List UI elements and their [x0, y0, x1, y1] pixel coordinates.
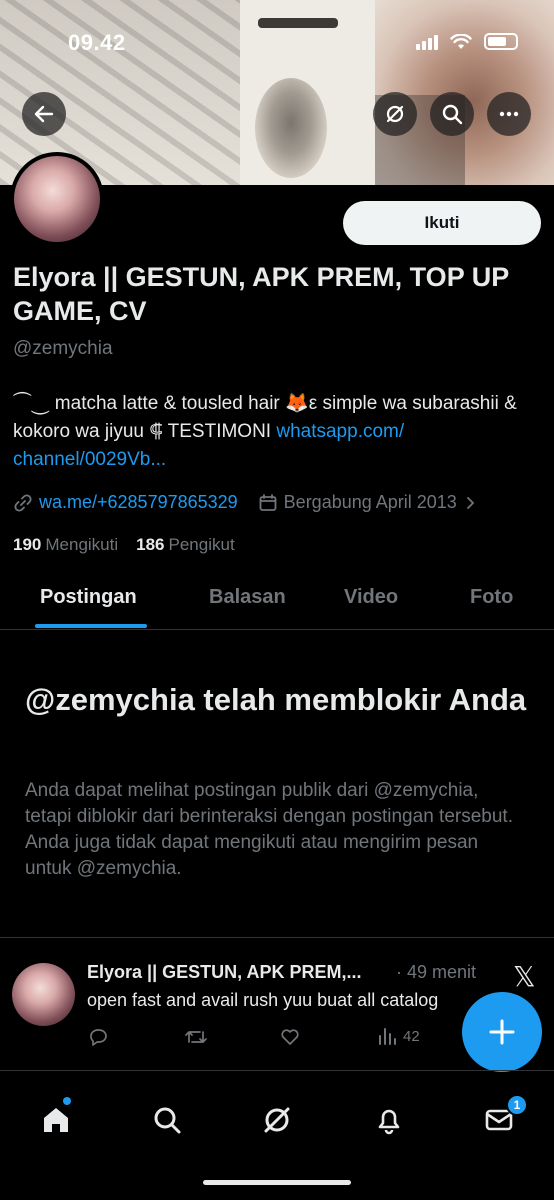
nav-home[interactable] [38, 1102, 74, 1138]
back-button[interactable] [22, 92, 66, 136]
grok-button[interactable] [373, 92, 417, 136]
repost-icon [185, 1031, 207, 1043]
back-arrow-icon [34, 105, 54, 123]
status-icons [416, 33, 518, 50]
wifi-icon [450, 33, 472, 49]
nav-search[interactable] [149, 1102, 185, 1138]
home-icon [44, 1108, 68, 1132]
tab-postingan[interactable]: Postingan [40, 586, 137, 609]
home-unread-dot [63, 1097, 71, 1105]
signal-icon [416, 34, 438, 50]
more-icon [499, 111, 519, 117]
x-logo-icon: 𝕏 [513, 960, 536, 993]
compose-button[interactable] [462, 992, 542, 1072]
nav-grok[interactable] [259, 1102, 295, 1138]
display-name: Elyora || GESTUN, APK PREM, TOP UP GAME,… [13, 262, 509, 326]
joined-date: Bergabung April 2013 [283, 492, 457, 512]
repost-button[interactable] [184, 1026, 208, 1048]
followers-link[interactable]: 186 Pengikut [136, 535, 235, 555]
following-link[interactable]: 190 Mengikuti [13, 535, 118, 555]
follow-counts: 190 Mengikuti 186 Pengikut [13, 535, 235, 555]
tab-video[interactable]: Video [344, 586, 398, 609]
profile-handle: @zemychia [13, 338, 113, 359]
views-button[interactable]: 42 [377, 1026, 420, 1046]
followers-count: 186 [136, 535, 165, 554]
tab-balasan[interactable]: Balasan [209, 586, 286, 609]
profile-tabs: Postingan Balasan Video Foto [0, 570, 554, 630]
reply-button[interactable] [87, 1026, 109, 1048]
following-label: Mengikuti [45, 535, 119, 554]
reply-icon [90, 1029, 107, 1046]
post-actions: 42 [87, 1026, 447, 1052]
status-time: 09.42 [68, 30, 126, 55]
search-icon [442, 104, 463, 125]
views-icon [379, 1028, 396, 1045]
grok-icon [386, 105, 404, 123]
notifications-icon [378, 1109, 400, 1135]
more-button[interactable] [487, 92, 531, 136]
bio-text: ⏜⏝ matcha latte & tousled hair 🦊ε simple… [13, 393, 517, 442]
compose-plus-icon [489, 1019, 515, 1045]
search-icon [154, 1107, 181, 1134]
like-button[interactable] [279, 1026, 301, 1048]
link-icon [14, 493, 32, 512]
messages-badge: 1 [506, 1094, 528, 1116]
followers-label: Pengikut [168, 535, 235, 554]
profile-avatar[interactable] [10, 152, 104, 246]
tab-foto[interactable]: Foto [470, 586, 513, 609]
blocked-message: Anda dapat melihat postingan publik dari… [25, 780, 513, 879]
search-profile-button[interactable] [430, 92, 474, 136]
banner-portrait-oval [255, 78, 327, 178]
banner-key-image [258, 18, 338, 28]
battery-icon [484, 33, 518, 50]
views-count: 42 [403, 1027, 420, 1045]
profile-bio: ⏜⏝ matcha latte & tousled hair 🦊ε simple… [13, 390, 543, 474]
website-link[interactable]: wa.me/+6285797865329 [39, 492, 238, 513]
profile-meta: wa.me/+6285797865329 Bergabung April 201… [13, 492, 477, 513]
chevron-right-icon[interactable] [463, 496, 477, 510]
blocked-title: @zemychia telah memblokir Anda [25, 682, 527, 717]
post-text[interactable]: open fast and avail rush yuu buat all ca… [87, 990, 482, 1011]
divider [0, 1070, 554, 1071]
nav-notifications[interactable] [371, 1102, 407, 1138]
divider [0, 937, 554, 938]
active-tab-indicator [35, 624, 147, 628]
following-count: 190 [13, 535, 42, 554]
home-indicator [203, 1180, 351, 1185]
post-author[interactable]: Elyora || GESTUN, APK PREM,... [87, 962, 397, 983]
follow-button[interactable]: Ikuti [343, 201, 541, 245]
post-time: · 49 menit [396, 962, 477, 982]
post-avatar[interactable] [12, 963, 75, 1026]
grok-icon [264, 1107, 290, 1133]
like-icon [281, 1029, 299, 1045]
profile-banner[interactable] [0, 0, 554, 185]
calendar-icon [259, 493, 277, 511]
